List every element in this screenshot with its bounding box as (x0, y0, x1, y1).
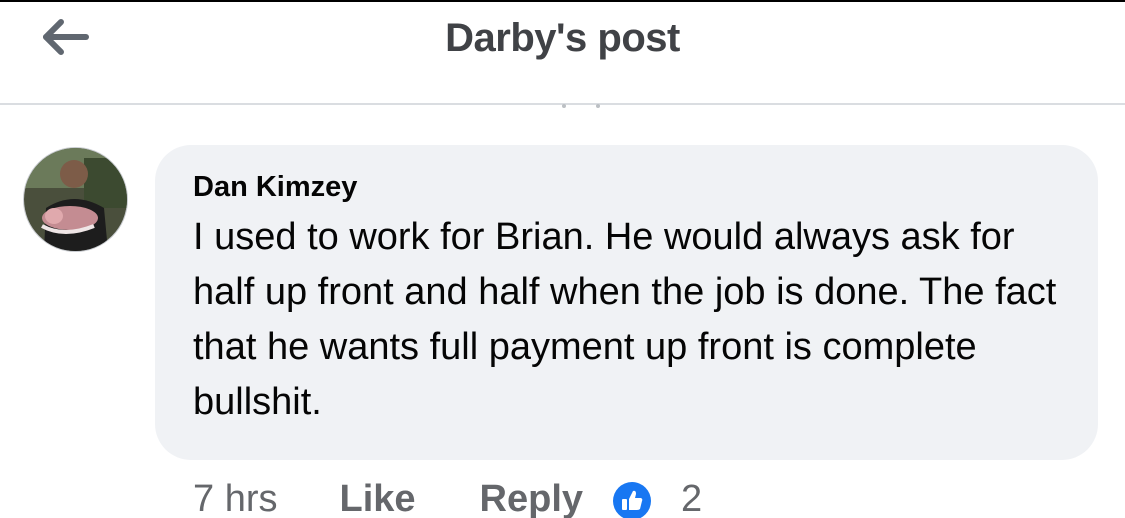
reply-button[interactable]: Reply (480, 478, 583, 518)
comment-author[interactable]: Dan Kimzey (193, 171, 1060, 204)
page-title: Darby's post (445, 16, 680, 60)
avatar[interactable] (23, 147, 128, 252)
reaction-count[interactable]: 2 (681, 478, 702, 518)
comment-actions: 7 hrs Like Reply 2 (193, 478, 702, 518)
comment-bubble: Dan Kimzey I used to work for Brian. He … (155, 145, 1098, 460)
scroll-indicator (562, 104, 600, 108)
header-bar: Darby's post (0, 2, 1125, 105)
comment-timestamp[interactable]: 7 hrs (193, 478, 277, 518)
like-button[interactable]: Like (339, 478, 415, 518)
post-comments-screen: Darby's post Dan Kimzey I used to work f… (0, 0, 1125, 518)
thumbs-up-icon[interactable] (613, 482, 652, 518)
comment-text: I used to work for Brian. He would alway… (193, 216, 1057, 423)
user-avatar (24, 148, 127, 251)
